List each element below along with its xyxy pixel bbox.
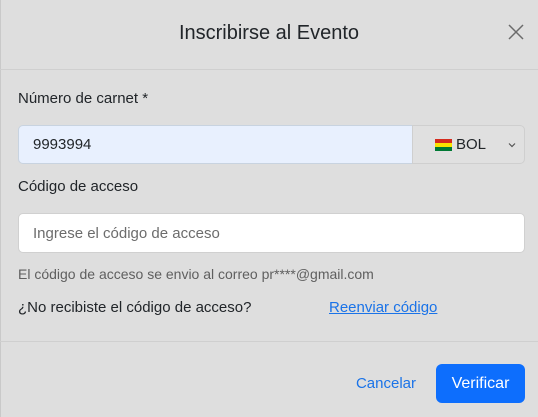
resend-code-link[interactable]: Reenviar código <box>329 299 437 316</box>
dialog-header: Inscribirse al Evento <box>0 0 538 70</box>
bolivia-flag-icon <box>435 139 452 151</box>
country-code: BOL <box>456 136 487 153</box>
country-select[interactable]: BOL <box>412 125 525 164</box>
access-code-input[interactable] <box>18 213 525 253</box>
carnet-input[interactable] <box>18 125 413 164</box>
cancel-button[interactable]: Cancelar <box>356 375 416 392</box>
resend-question: ¿No recibiste el código de acceso? <box>18 299 252 316</box>
dialog-footer: Cancelar Verificar <box>0 341 538 417</box>
close-icon <box>508 24 524 40</box>
access-code-label: Código de acceso <box>18 178 139 195</box>
dialog-title: Inscribirse al Evento <box>178 22 360 44</box>
carnet-label: Número de carnet * <box>18 90 149 107</box>
close-button[interactable] <box>504 20 528 44</box>
verify-button[interactable]: Verificar <box>436 364 525 403</box>
access-code-help-text: El código de acceso se envio al correo p… <box>18 266 374 282</box>
flag-stripe-green <box>435 147 452 151</box>
chevron-down-icon <box>508 143 516 148</box>
enroll-dialog: Inscribirse al Evento Número de carnet *… <box>0 0 538 417</box>
